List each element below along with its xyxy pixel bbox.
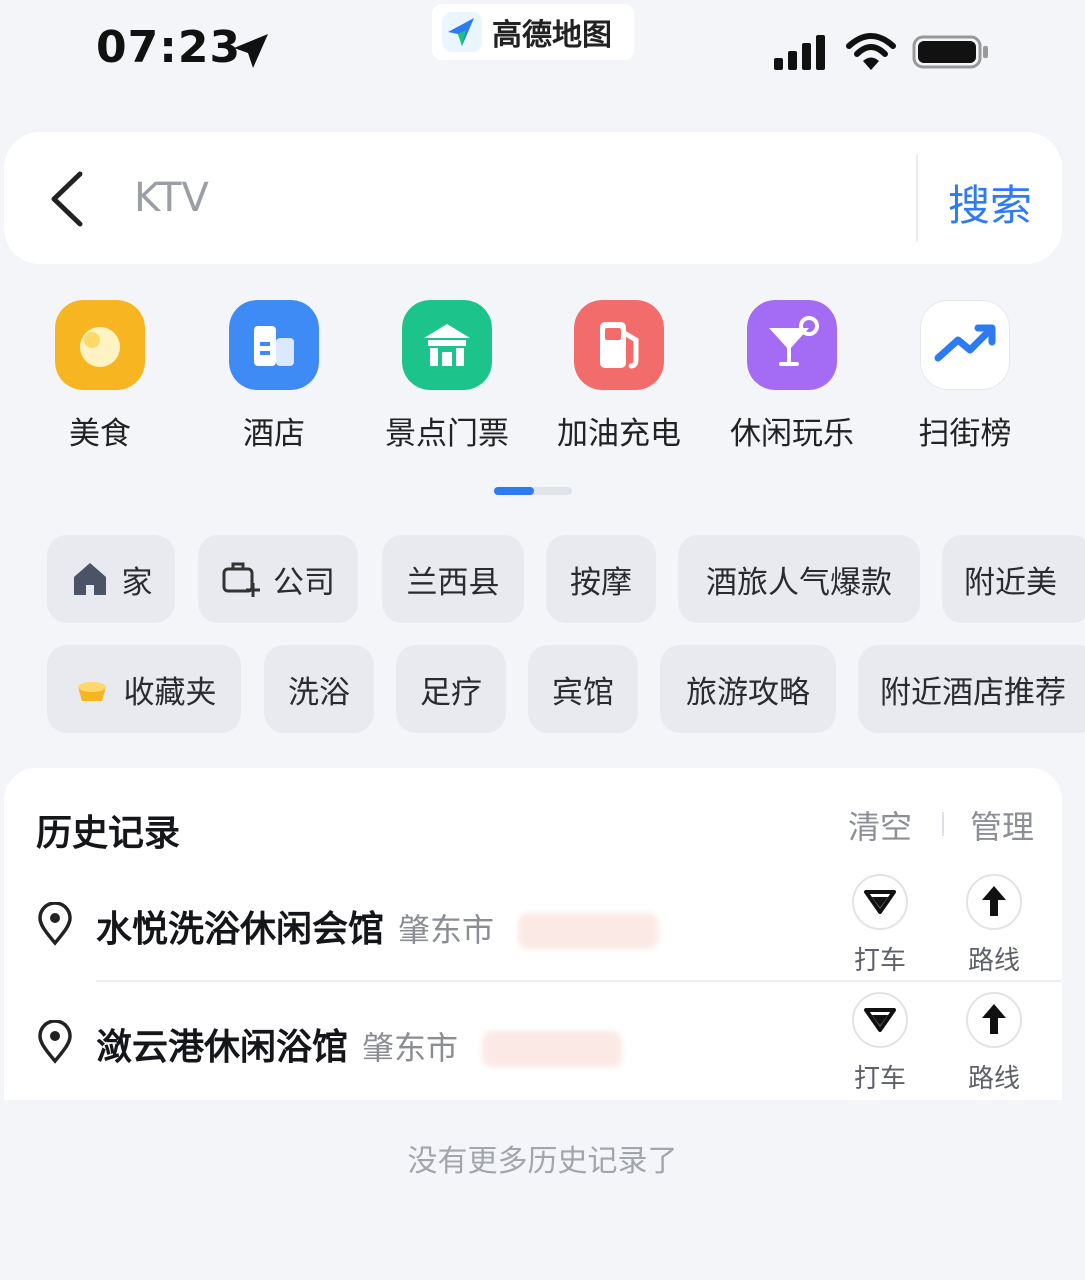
history-panel: 历史记录 清空 管理 水悦洗浴休闲会馆 肇东市 打车 路线 潋云港休闲浴馆 肇东… <box>4 768 1062 1100</box>
search-input[interactable] <box>134 170 894 226</box>
category-label: 景点门票 <box>385 416 509 452</box>
category-label: 加油充电 <box>557 416 681 452</box>
row-divider <box>96 980 1062 982</box>
chip-massage[interactable]: 按摩 <box>546 535 656 623</box>
chip-label: 兰西县 <box>406 564 500 601</box>
history-title: 历史记录 <box>36 813 181 854</box>
favorites-icon <box>77 682 106 701</box>
place-name-text: 水悦洗浴休闲会馆 <box>96 909 385 950</box>
category-label: 扫街榜 <box>918 416 1012 452</box>
shortcut-chips-row-1: 家 公司 兰西县 按摩 酒旅人气爆款 附近美 <box>0 535 1085 623</box>
chip-label: 附近美 <box>964 564 1057 601</box>
food-icon <box>55 300 145 390</box>
taxi-icon <box>864 1008 896 1032</box>
chip-home[interactable]: 家 <box>47 535 175 623</box>
history-item[interactable]: 水悦洗浴休闲会馆 肇东市 打车 路线 <box>4 866 1062 984</box>
briefcase-add-icon <box>222 562 260 597</box>
chip-bath[interactable]: 洗浴 <box>264 645 374 733</box>
category-leisure[interactable]: 休闲玩乐 <box>707 300 877 453</box>
chip-label: 宾馆 <box>552 674 614 711</box>
chip-label: 洗浴 <box>288 674 350 711</box>
back-chevron-icon[interactable] <box>44 168 90 230</box>
taxi-circle <box>852 992 908 1048</box>
search-bar: 搜索 <box>4 132 1062 264</box>
category-attraction[interactable]: 景点门票 <box>362 300 532 453</box>
chip-company[interactable]: 公司 <box>198 535 358 623</box>
taxi-label: 打车 <box>853 1064 906 1094</box>
chip-label: 附近酒店推荐 <box>880 674 1066 711</box>
chip-nearby-food[interactable]: 附近美 <box>942 535 1085 623</box>
route-circle <box>966 992 1022 1048</box>
status-bar: 07:23 高德地图 <box>0 0 1085 110</box>
route-icon <box>982 886 1006 916</box>
route-button[interactable]: 路线 <box>954 992 1034 1095</box>
place-name: 潋云港休闲浴馆 肇东市 <box>96 1018 623 1070</box>
chip-foot-massage[interactable]: 足疗 <box>396 645 506 733</box>
home-icon <box>73 563 106 595</box>
chip-label: 酒旅人气爆款 <box>706 564 892 601</box>
page-indicator <box>494 487 572 495</box>
chip-label: 按摩 <box>570 564 632 601</box>
wifi-icon <box>846 33 896 70</box>
category-food[interactable]: 美食 <box>15 300 185 453</box>
category-label: 美食 <box>69 416 131 452</box>
taxi-label: 打车 <box>853 946 906 976</box>
chip-nearby-hotels[interactable]: 附近酒店推荐 <box>858 645 1085 733</box>
amap-logo-icon <box>442 12 482 52</box>
manage-history-button[interactable]: 管理 <box>970 802 1034 848</box>
route-label: 路线 <box>967 1064 1020 1094</box>
chip-label: 收藏夹 <box>123 674 217 711</box>
blurred-address <box>518 913 659 949</box>
blurred-address <box>482 1031 623 1067</box>
route-circle <box>966 874 1022 930</box>
taxi-button[interactable]: 打车 <box>840 874 920 977</box>
taxi-button[interactable]: 打车 <box>840 992 920 1095</box>
action-divider <box>942 812 944 836</box>
category-hotel[interactable]: 酒店 <box>189 300 359 453</box>
chip-guesthouse[interactable]: 宾馆 <box>528 645 638 733</box>
taxi-icon <box>864 890 896 914</box>
category-label: 酒店 <box>243 416 305 452</box>
place-city: 肇东市 <box>398 911 495 949</box>
location-pin-icon <box>38 1020 72 1064</box>
page-indicator-active <box>494 487 534 495</box>
clear-history-button[interactable]: 清空 <box>848 802 912 848</box>
chip-lanxi[interactable]: 兰西县 <box>382 535 524 623</box>
chip-travel-guide[interactable]: 旅游攻略 <box>660 645 836 733</box>
chip-label: 旅游攻略 <box>686 674 810 711</box>
app-badge[interactable]: 高德地图 <box>432 4 634 60</box>
location-arrow-icon <box>234 34 268 68</box>
chip-label: 家 <box>121 564 153 601</box>
taxi-circle <box>852 874 908 930</box>
route-icon <box>982 1004 1006 1034</box>
category-grid: 美食 酒店 景点门票 加油充电 休闲玩乐 扫街榜 <box>0 300 1085 460</box>
signal-icon <box>774 35 825 70</box>
place-city: 肇东市 <box>362 1029 459 1067</box>
history-item[interactable]: 潋云港休闲浴馆 肇东市 打车 路线 <box>4 984 1062 1102</box>
chip-label: 足疗 <box>420 674 482 711</box>
hotel-icon <box>229 300 319 390</box>
battery-icon <box>912 35 988 69</box>
no-more-history-text: 没有更多历史记录了 <box>407 1144 678 1179</box>
app-name: 高德地图 <box>492 18 612 53</box>
location-pin-icon <box>38 902 72 946</box>
attraction-icon <box>402 300 492 390</box>
category-fuel[interactable]: 加油充电 <box>534 300 704 453</box>
place-name: 水悦洗浴休闲会馆 肇东市 <box>96 900 659 952</box>
category-trending[interactable]: 扫街榜 <box>880 300 1050 453</box>
status-time: 07:23 <box>96 22 242 73</box>
category-label: 休闲玩乐 <box>730 416 854 452</box>
route-button[interactable]: 路线 <box>954 874 1034 977</box>
cocktail-icon <box>747 300 837 390</box>
search-divider <box>916 154 918 242</box>
shortcut-chips-row-2: 收藏夹 洗浴 足疗 宾馆 旅游攻略 附近酒店推荐 <box>0 645 1085 733</box>
route-label: 路线 <box>967 946 1020 976</box>
chip-hot-deals[interactable]: 酒旅人气爆款 <box>678 535 920 623</box>
trend-icon <box>920 300 1010 390</box>
fuel-icon <box>574 300 664 390</box>
place-name-text: 潋云港休闲浴馆 <box>96 1027 349 1068</box>
search-button[interactable]: 搜索 <box>948 172 1032 233</box>
chip-label: 公司 <box>273 564 335 601</box>
chip-favorites[interactable]: 收藏夹 <box>47 645 241 733</box>
